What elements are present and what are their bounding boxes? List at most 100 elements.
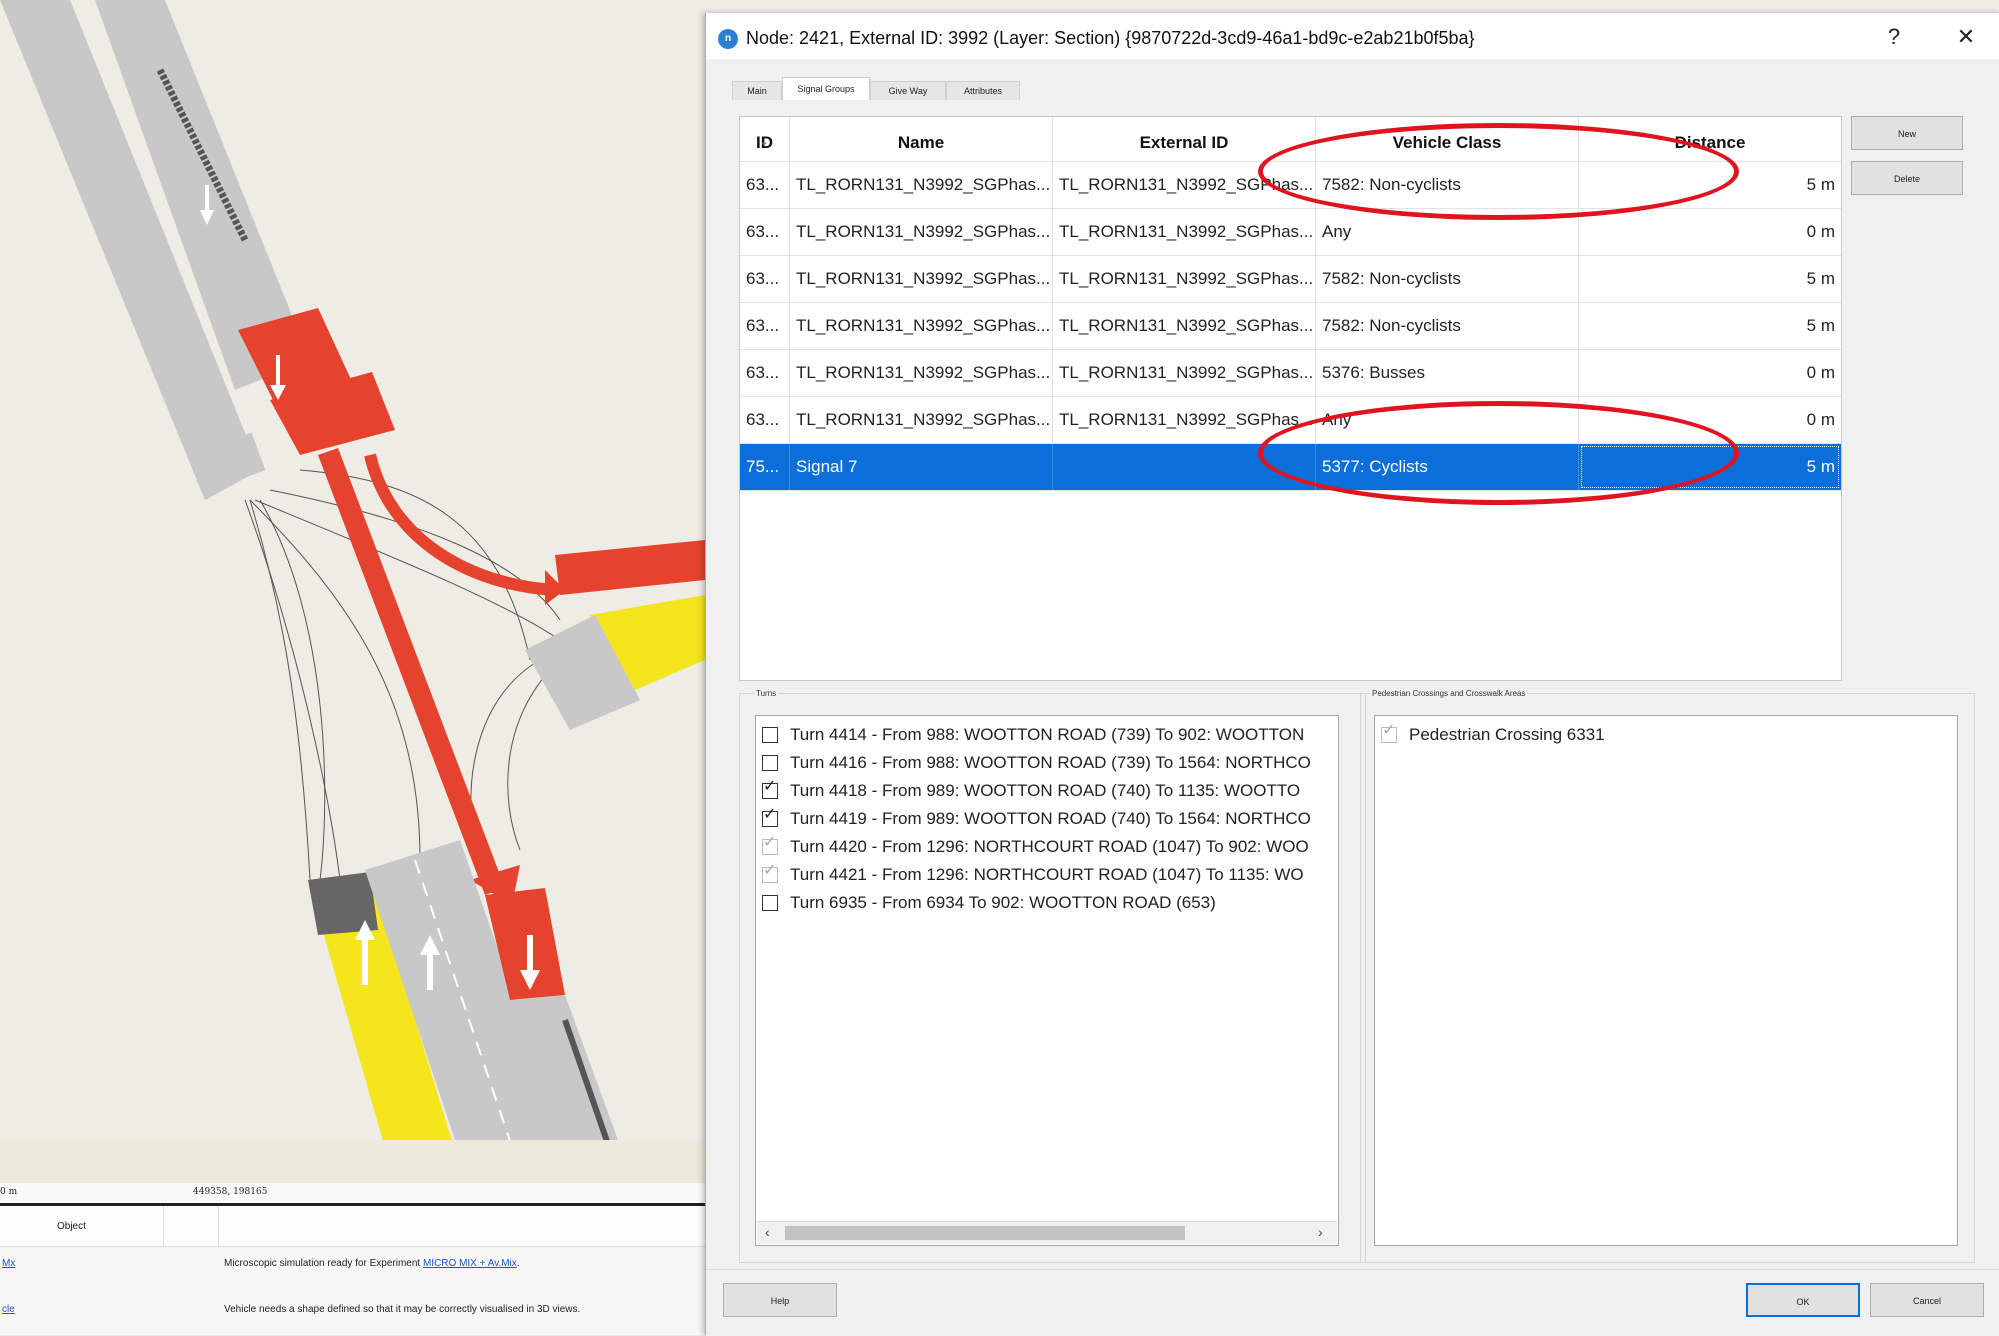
- column-header-vehicle-class[interactable]: Vehicle Class: [1316, 117, 1579, 161]
- object-link[interactable]: cle: [2, 1304, 15, 1315]
- cell-name: TL_RORN131_N3992_SGPhas...: [790, 350, 1053, 396]
- cell-id: 63...: [740, 256, 790, 302]
- turn-item[interactable]: Turn 6935 - From 6934 To 902: WOOTTON RO…: [762, 890, 1216, 916]
- cell-vehicle-class: Any: [1316, 397, 1579, 443]
- scrollbar-thumb[interactable]: [785, 1226, 1185, 1240]
- cell-distance: 5 m: [1806, 175, 1835, 194]
- cell-name: TL_RORN131_N3992_SGPhas...: [790, 256, 1053, 302]
- tab-give-way[interactable]: Give Way: [870, 81, 946, 100]
- cell-distance: 5 m: [1806, 316, 1835, 335]
- cell-name: TL_RORN131_N3992_SGPhas...: [790, 209, 1053, 255]
- experiment-link[interactable]: MICRO MIX + Av.Mix: [423, 1258, 517, 1269]
- cell-external-id: TL_RORN131_N3992_SGPhas...: [1053, 350, 1316, 396]
- cell-distance[interactable]: 5 m: [1579, 444, 1841, 490]
- map-status-bar: 0 m 449358, 198165: [0, 1183, 705, 1206]
- cell-name: Signal 7: [790, 444, 1053, 490]
- title-bar[interactable]: n Node: 2421, External ID: 3992 (Layer: …: [706, 13, 1999, 59]
- pedestrian-label: Pedestrian Crossings and Crosswalk Areas: [1370, 689, 1528, 698]
- messages-header: Object: [0, 1206, 705, 1247]
- pedestrian-crossing-item: ✓ Pedestrian Crossing 6331: [1381, 722, 1605, 744]
- table-row-selected[interactable]: 75... Signal 7 5377: Cyclists 5 m: [740, 444, 1841, 491]
- turn-item[interactable]: ✓ Turn 4419 - From 989: WOOTTON ROAD (740…: [762, 806, 1311, 832]
- node-editor-dialog: n Node: 2421, External ID: 3992 (Layer: …: [705, 13, 1999, 1336]
- message-text: Vehicle needs a shape defined so that it…: [224, 1304, 581, 1315]
- turns-label: Turns: [754, 689, 779, 698]
- turn-item[interactable]: Turn 4414 - From 988: WOOTTON ROAD (739)…: [762, 722, 1304, 748]
- cell-vehicle-class: 7582: Non-cyclists: [1316, 303, 1579, 349]
- check-icon: ✓: [763, 778, 777, 795]
- cell-id: 75...: [740, 444, 790, 490]
- tab-main[interactable]: Main: [732, 81, 782, 100]
- tab-attributes[interactable]: Attributes: [946, 81, 1020, 100]
- pedestrian-crossings-list[interactable]: ✓ Pedestrian Crossing 6331: [1374, 715, 1958, 1246]
- message-row: Mx Microscopic simulation ready for Expe…: [0, 1258, 705, 1278]
- cell-name: TL_RORN131_N3992_SGPhas...: [790, 397, 1053, 443]
- dialog-footer: Help OK Cancel: [706, 1269, 1999, 1336]
- turn-item[interactable]: Turn 4416 - From 988: WOOTTON ROAD (739)…: [762, 750, 1311, 776]
- help-question-button[interactable]: ?: [1874, 23, 1914, 51]
- column-header-external-id[interactable]: External ID: [1053, 117, 1316, 161]
- new-button[interactable]: New: [1851, 116, 1963, 150]
- table-row[interactable]: 63... TL_RORN131_N3992_SGPhas... TL_RORN…: [740, 209, 1841, 256]
- cell-external-id: [1053, 444, 1316, 490]
- checkbox-unchecked[interactable]: [762, 755, 778, 771]
- cell-distance: 5 m: [1806, 269, 1835, 288]
- messages-panel: Object Mx Microscopic simulation ready f…: [0, 1206, 705, 1335]
- checkbox-checked[interactable]: ✓: [762, 807, 778, 827]
- cell-id: 63...: [740, 303, 790, 349]
- check-icon: ✓: [1382, 722, 1396, 739]
- cell-vehicle-class: 7582: Non-cyclists: [1316, 162, 1579, 208]
- cell-id: 63...: [740, 350, 790, 396]
- table-row[interactable]: 63... TL_RORN131_N3992_SGPhas... TL_RORN…: [740, 397, 1841, 444]
- cursor-coordinates: 449358, 198165: [193, 1187, 268, 1197]
- table-row[interactable]: 63... TL_RORN131_N3992_SGPhas... TL_RORN…: [740, 303, 1841, 350]
- close-button[interactable]: ✕: [1946, 23, 1986, 51]
- cell-vehicle-class: 5376: Busses: [1316, 350, 1579, 396]
- cell-external-id: TL_RORN131_N3992_SGPhas...: [1053, 256, 1316, 302]
- checkbox-unchecked[interactable]: [762, 895, 778, 911]
- message-row: cle Vehicle needs a shape defined so tha…: [0, 1304, 705, 1324]
- horizontal-scrollbar[interactable]: ‹ ›: [757, 1221, 1337, 1244]
- delete-button[interactable]: Delete: [1851, 161, 1963, 195]
- road-network-drawing: [0, 0, 705, 1200]
- dialog-title: Node: 2421, External ID: 3992 (Layer: Se…: [746, 28, 1475, 48]
- scale-label: 0 m: [0, 1187, 18, 1197]
- table-header: ⌄ ID Name External ID Vehicle Class Dista…: [740, 117, 1841, 162]
- table-row[interactable]: 63... TL_RORN131_N3992_SGPhas... TL_RORN…: [740, 256, 1841, 303]
- ok-button[interactable]: OK: [1746, 1283, 1860, 1317]
- column-header-name[interactable]: Name: [790, 117, 1053, 161]
- table-row[interactable]: 63... TL_RORN131_N3992_SGPhas... TL_RORN…: [740, 162, 1841, 209]
- object-column-header[interactable]: Object: [57, 1221, 86, 1232]
- cell-distance: 0 m: [1806, 363, 1835, 382]
- signal-groups-table[interactable]: ⌄ ID Name External ID Vehicle Class Dista…: [739, 116, 1842, 681]
- cell-distance: 0 m: [1806, 410, 1835, 429]
- check-icon: ✓: [763, 834, 777, 851]
- checkbox-checked-disabled: ✓: [762, 835, 778, 855]
- cancel-button[interactable]: Cancel: [1870, 1283, 1984, 1317]
- checkbox-checked[interactable]: ✓: [762, 779, 778, 799]
- column-header-id[interactable]: ⌄ ID: [740, 117, 790, 161]
- cell-vehicle-class: Any: [1316, 209, 1579, 255]
- help-button[interactable]: Help: [723, 1283, 837, 1317]
- cell-name: TL_RORN131_N3992_SGPhas...: [790, 303, 1053, 349]
- turn-item: ✓ Turn 4421 - From 1296: NORTHCOURT ROAD …: [762, 862, 1304, 884]
- object-link[interactable]: Mx: [2, 1258, 15, 1269]
- scroll-left-icon[interactable]: ‹: [765, 1224, 770, 1240]
- column-header-distance[interactable]: Distance: [1579, 117, 1841, 161]
- network-map-view[interactable]: 0 m 449358, 198165: [0, 0, 705, 1206]
- turn-item[interactable]: ✓ Turn 4418 - From 989: WOOTTON ROAD (740…: [762, 778, 1300, 804]
- cell-id: 63...: [740, 209, 790, 255]
- scroll-right-icon[interactable]: ›: [1318, 1224, 1323, 1240]
- table-row[interactable]: 63... TL_RORN131_N3992_SGPhas... TL_RORN…: [740, 350, 1841, 397]
- cell-id: 63...: [740, 162, 790, 208]
- cell-external-id: TL_RORN131_N3992_SGPhas...: [1053, 397, 1316, 443]
- app-icon: n: [718, 29, 738, 49]
- checkbox-unchecked[interactable]: [762, 727, 778, 743]
- tab-signal-groups[interactable]: Signal Groups: [782, 77, 870, 100]
- cell-vehicle-class: 7582: Non-cyclists: [1316, 256, 1579, 302]
- turn-item: ✓ Turn 4420 - From 1296: NORTHCOURT ROAD …: [762, 834, 1309, 856]
- cell-external-id: TL_RORN131_N3992_SGPhas...: [1053, 303, 1316, 349]
- message-text: Microscopic simulation ready for Experim…: [224, 1258, 520, 1269]
- turns-list[interactable]: Turn 4414 - From 988: WOOTTON ROAD (739)…: [755, 715, 1339, 1246]
- cell-id: 63...: [740, 397, 790, 443]
